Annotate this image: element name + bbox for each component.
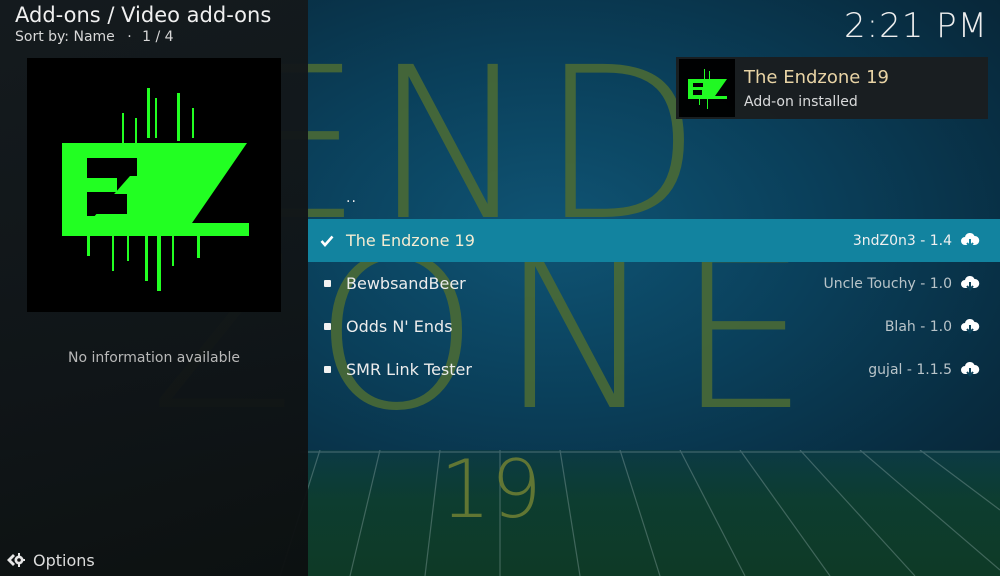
bullet-icon [308, 366, 346, 373]
download-cloud-icon [961, 318, 980, 334]
addon-name: SMR Link Tester [346, 360, 472, 379]
addon-name: BewbsandBeer [346, 274, 466, 293]
addon-list: .. The Endzone 19 3ndZ0n3 - 1.4 Bewbsand… [308, 176, 1000, 391]
notification-message: Add-on installed [744, 93, 858, 110]
list-item[interactable]: BewbsandBeer Uncle Touchy - 1.0 [308, 262, 1000, 305]
endzone-logo-icon [679, 59, 735, 117]
download-cloud-icon [961, 361, 980, 377]
addon-description: No information available [68, 350, 240, 366]
list-item[interactable]: SMR Link Tester gujal - 1.1.5 [308, 348, 1000, 391]
check-icon [308, 235, 346, 247]
page-counter: 1 / 4 [142, 29, 174, 45]
addon-author-version: Uncle Touchy - 1.0 [823, 275, 952, 292]
endzone-logo-icon [27, 58, 281, 312]
addon-name: The Endzone 19 [346, 231, 475, 250]
download-cloud-icon [961, 232, 980, 248]
notification-toast: The Endzone 19 Add-on installed [676, 57, 988, 119]
sort-label[interactable]: Sort by: Name [15, 29, 115, 45]
background-text-number: 19 [440, 443, 542, 536]
addon-author-version: gujal - 1.1.5 [868, 361, 952, 378]
breadcrumb-title: Add-ons / Video add-ons [15, 3, 272, 27]
list-item[interactable]: Odds N' Ends Blah - 1.0 [308, 305, 1000, 348]
options-button[interactable]: Options [5, 550, 95, 570]
sort-info: Sort by: Name · 1 / 4 [15, 29, 174, 45]
bullet-icon [308, 280, 346, 287]
download-cloud-icon [961, 275, 980, 291]
bullet-icon [308, 323, 346, 330]
addon-name: Odds N' Ends [346, 317, 453, 336]
notification-title: The Endzone 19 [744, 66, 889, 88]
options-label: Options [33, 550, 95, 570]
addon-author-version: 3ndZ0n3 - 1.4 [852, 232, 952, 249]
notification-thumbnail [679, 59, 735, 117]
addon-thumbnail [27, 58, 281, 312]
separator: · [127, 29, 132, 45]
clock: 2:21 PM [844, 6, 988, 46]
parent-folder-label: .. [346, 189, 357, 206]
options-gear-icon [7, 553, 25, 567]
addon-author-version: Blah - 1.0 [884, 318, 952, 335]
list-item-parent[interactable]: .. [308, 176, 1000, 219]
list-item[interactable]: The Endzone 19 3ndZ0n3 - 1.4 [308, 219, 1000, 262]
